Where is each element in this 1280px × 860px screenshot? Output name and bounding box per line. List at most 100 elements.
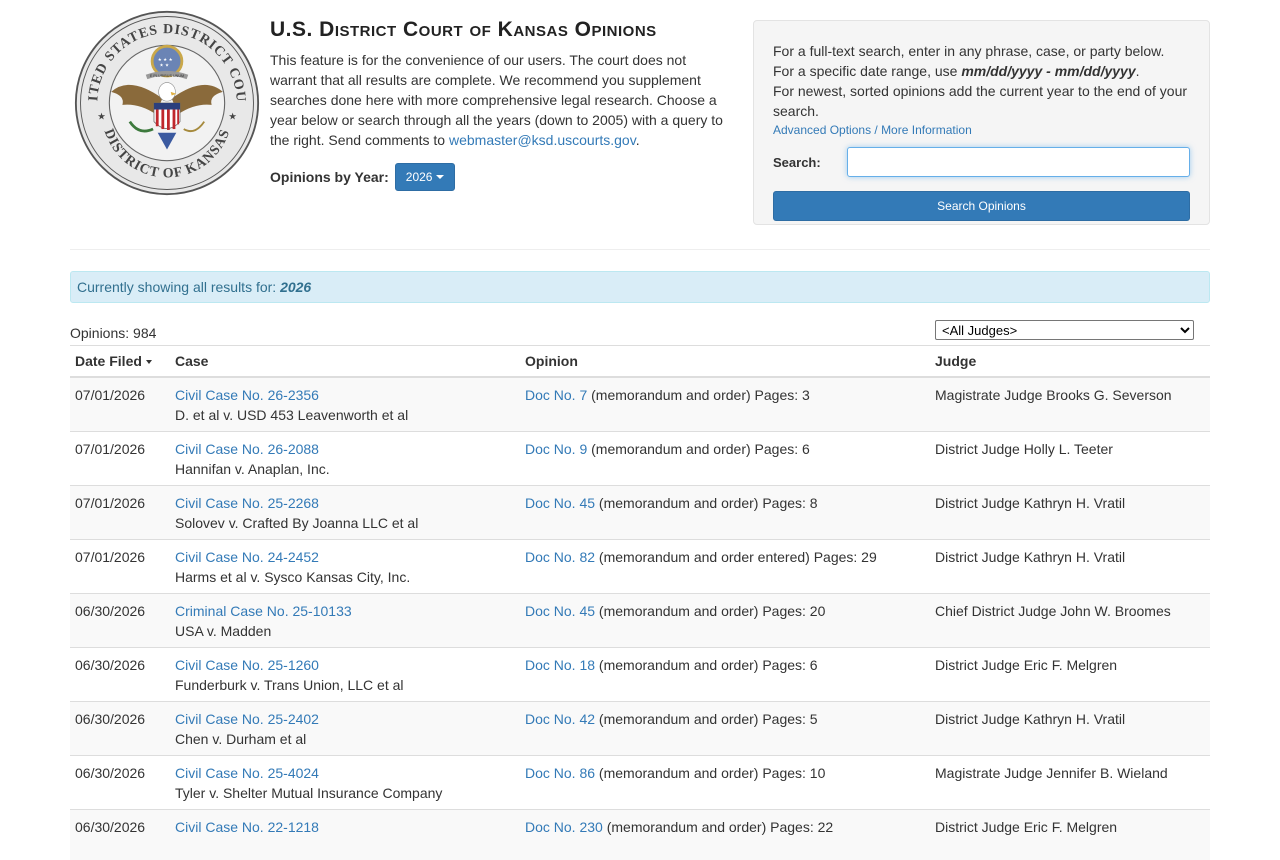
doc-description: (memorandum and order) Pages: 8 xyxy=(595,495,818,511)
judge-cell: District Judge Eric F. Melgren xyxy=(930,810,1210,860)
date-filed-cell: 07/01/2026 xyxy=(70,486,170,540)
seal-motto: E PLURIBUS UNUM xyxy=(150,74,184,78)
opinions-by-year-label: Opinions by Year: xyxy=(270,169,389,185)
divider xyxy=(70,249,1210,250)
opinions-table: Date Filed Case Opinion Judge 07/01/2026… xyxy=(70,345,1210,860)
case-cell: Civil Case No. 26-2356 D. et al v. USD 45… xyxy=(170,377,520,432)
table-row: 07/01/2026 Civil Case No. 24-2452 Harms et… xyxy=(70,540,1210,594)
case-cell: Criminal Case No. 25-10133 USA v. Madden xyxy=(170,594,520,648)
case-number-link[interactable]: Criminal Case No. 25-10133 xyxy=(175,603,352,619)
case-number-link[interactable]: Civil Case No. 24-2452 xyxy=(175,549,319,565)
date-filed-cell: 06/30/2026 xyxy=(70,594,170,648)
doc-description: (memorandum and order) Pages: 6 xyxy=(587,441,810,457)
opinion-cell: Doc No. 45 (memorandum and order) Pages:… xyxy=(520,594,930,648)
opinion-cell: Doc No. 42 (memorandum and order) Pages:… xyxy=(520,702,930,756)
search-opinions-button[interactable]: Search Opinions xyxy=(773,191,1190,221)
opinion-cell: Doc No. 7 (memorandum and order) Pages: … xyxy=(520,377,930,432)
case-cell: Civil Case No. 25-1260Funderburk v. Tran… xyxy=(170,648,520,702)
opinion-cell: Doc No. 82 (memorandum and order entered… xyxy=(520,540,930,594)
case-cell: Civil Case No. 25-2268 Solovev v. Crafted… xyxy=(170,486,520,540)
opinion-cell: Doc No. 45 (memorandum and order) Pages:… xyxy=(520,486,930,540)
svg-text:★: ★ xyxy=(228,112,236,122)
judge-cell: District Judge Kathryn H. Vratil xyxy=(930,702,1210,756)
search-input[interactable] xyxy=(847,147,1190,177)
date-filed-cell: 07/01/2026 xyxy=(70,540,170,594)
table-row: 06/30/2026 Civil Case No. 25-2402 Chen v. … xyxy=(70,702,1210,756)
svg-text:★: ★ xyxy=(97,112,105,122)
doc-number-link[interactable]: Doc No. 9 xyxy=(525,441,587,457)
opinion-cell: Doc No. 86 (memorandum and order) Pages:… xyxy=(520,756,930,810)
judge-cell: District Judge Eric F. Melgren xyxy=(930,648,1210,702)
case-number-link[interactable]: Civil Case No. 22-1218 xyxy=(175,819,319,835)
search-help-line-1: For a full-text search, enter in any phr… xyxy=(773,41,1190,61)
doc-description: (memorandum and order) Pages: 10 xyxy=(595,765,825,781)
case-cell: Civil Case No. 25-4024 Tyler v. Shelter M… xyxy=(170,756,520,810)
case-parties: Harms et al v. Sysco Kansas City, Inc. xyxy=(175,569,410,585)
webmaster-email-link[interactable]: webmaster@ksd.uscourts.gov xyxy=(449,132,636,148)
svg-text:★ ★: ★ ★ xyxy=(160,63,170,68)
doc-number-link[interactable]: Doc No. 42 xyxy=(525,711,595,727)
case-parties: Solovev v. Crafted By Joanna LLC et al xyxy=(175,515,418,531)
doc-number-link[interactable]: Doc No. 82 xyxy=(525,549,595,565)
opinion-cell: Doc No. 230 (memorandum and order) Pages… xyxy=(520,810,930,860)
case-number-link[interactable]: Civil Case No. 26-2356 xyxy=(175,387,319,403)
doc-number-link[interactable]: Doc No. 230 xyxy=(525,819,603,835)
column-header-date-filed[interactable]: Date Filed xyxy=(70,346,170,378)
case-parties: D. et al v. USD 453 Leavenworth et al xyxy=(175,407,408,423)
search-panel: For a full-text search, enter in any phr… xyxy=(753,20,1210,225)
judge-cell: Chief District Judge John W. Broomes xyxy=(930,594,1210,648)
doc-number-link[interactable]: Doc No. 45 xyxy=(525,603,595,619)
search-help-line-2: For a specific date range, use mm/dd/yyy… xyxy=(773,61,1190,81)
date-filed-cell: 06/30/2026 xyxy=(70,648,170,702)
case-number-link[interactable]: Civil Case No. 25-2268 xyxy=(175,495,319,511)
case-parties: Tyler v. Shelter Mutual Insurance Compan… xyxy=(175,785,442,801)
page-title: U.S. District Court of Kansas Opinions xyxy=(270,18,730,42)
case-parties: USA v. Madden xyxy=(175,623,271,639)
column-header-judge: Judge xyxy=(930,346,1210,378)
case-cell: Civil Case No. 22-1218 xyxy=(170,810,520,860)
doc-number-link[interactable]: Doc No. 45 xyxy=(525,495,595,511)
table-row: 07/01/2026 Civil Case No. 25-2268 Solovev … xyxy=(70,486,1210,540)
date-filed-cell: 06/30/2026 xyxy=(70,810,170,860)
doc-description: (memorandum and order entered) Pages: 29 xyxy=(595,549,877,565)
advanced-options-link[interactable]: Advanced Options / More Information xyxy=(773,123,1190,137)
column-header-case: Case xyxy=(170,346,520,378)
date-filed-cell: 06/30/2026 xyxy=(70,702,170,756)
doc-number-link[interactable]: Doc No. 7 xyxy=(525,387,587,403)
results-year: 2026 xyxy=(280,279,311,295)
judge-cell: Magistrate Judge Jennifer B. Wieland xyxy=(930,756,1210,810)
column-header-opinion: Opinion xyxy=(520,346,930,378)
case-number-link[interactable]: Civil Case No. 25-2402 xyxy=(175,711,319,727)
intro-section: U.S. District Court of Kansas Opinions T… xyxy=(270,18,730,191)
judge-cell: District Judge Holly L. Teeter xyxy=(930,432,1210,486)
search-label: Search: xyxy=(773,155,847,170)
table-row: 07/01/2026Civil Case No. 26-2356D. et al… xyxy=(70,377,1210,432)
table-row: 06/30/2026 Civil Case No. 25-4024 Tyler v.… xyxy=(70,756,1210,810)
case-cell: Civil Case No. 24-2452 Harms et al v. Sys… xyxy=(170,540,520,594)
table-row: 06/30/2026Civil Case No. 25-1260Funderbu… xyxy=(70,648,1210,702)
case-number-link[interactable]: Civil Case No. 25-1260 xyxy=(175,657,319,673)
search-help-line-3: For newest, sorted opinions add the curr… xyxy=(773,81,1190,121)
doc-number-link[interactable]: Doc No. 18 xyxy=(525,657,595,673)
doc-number-link[interactable]: Doc No. 86 xyxy=(525,765,595,781)
district-court-seal: UNITED STATES DISTRICT COURT DISTRICT OF… xyxy=(74,10,260,196)
sort-down-icon xyxy=(146,360,152,364)
doc-description: (memorandum and order) Pages: 5 xyxy=(595,711,818,727)
opinion-cell: Doc No. 9 (memorandum and order) Pages: … xyxy=(520,432,930,486)
judge-filter-select[interactable]: <All Judges> xyxy=(935,320,1194,340)
opinion-cell: Doc No. 18 (memorandum and order) Pages:… xyxy=(520,648,930,702)
intro-text: This feature is for the convenience of o… xyxy=(270,50,730,150)
case-parties: Chen v. Durham et al xyxy=(175,731,306,747)
table-row: 07/01/2026Civil Case No. 26-2088Hannifan… xyxy=(70,432,1210,486)
judge-cell: Magistrate Judge Brooks G. Severson xyxy=(930,377,1210,432)
caret-down-icon xyxy=(436,175,444,179)
date-filed-cell: 06/30/2026 xyxy=(70,756,170,810)
case-parties: Hannifan v. Anaplan, Inc. xyxy=(175,461,330,477)
case-number-link[interactable]: Civil Case No. 26-2088 xyxy=(175,441,319,457)
doc-description: (memorandum and order) Pages: 3 xyxy=(587,387,810,403)
table-row: 06/30/2026 Criminal Case No. 25-10133 USA … xyxy=(70,594,1210,648)
judge-cell: District Judge Kathryn H. Vratil xyxy=(930,540,1210,594)
year-dropdown-button[interactable]: 2026 xyxy=(395,163,456,191)
case-number-link[interactable]: Civil Case No. 25-4024 xyxy=(175,765,319,781)
svg-text:★ ★ ★: ★ ★ ★ xyxy=(158,57,174,62)
